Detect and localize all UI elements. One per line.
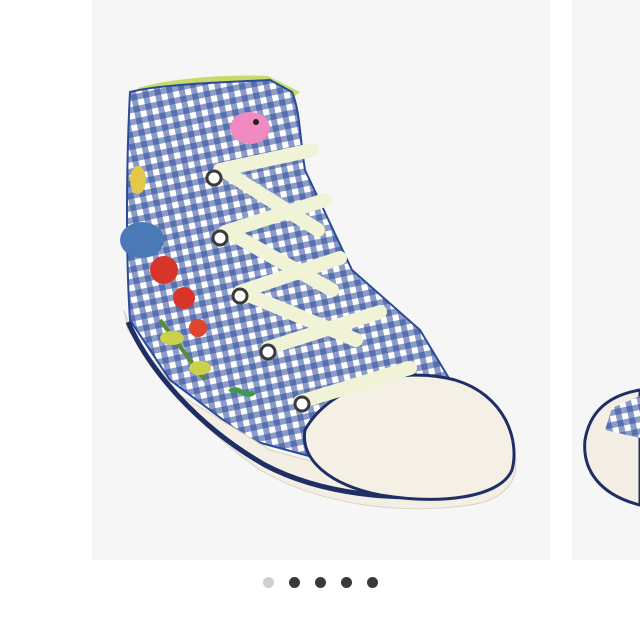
high-top-sneaker (120, 75, 517, 510)
pink-bird-patch (230, 112, 270, 144)
product-image (120, 75, 640, 510)
pagination-dot-3[interactable] (314, 576, 326, 588)
carousel-pagination (0, 570, 640, 594)
blue-bird-patch (120, 222, 164, 258)
next-slide-shoe-peek (583, 388, 640, 507)
pagination-dot-4[interactable] (340, 576, 352, 588)
product-image-carousel[interactable] (0, 0, 640, 640)
pagination-dot-1[interactable] (262, 576, 274, 588)
pagination-dot-2[interactable] (288, 576, 300, 588)
pagination-dot-5[interactable] (366, 576, 378, 588)
red-flower-patch (150, 256, 178, 284)
